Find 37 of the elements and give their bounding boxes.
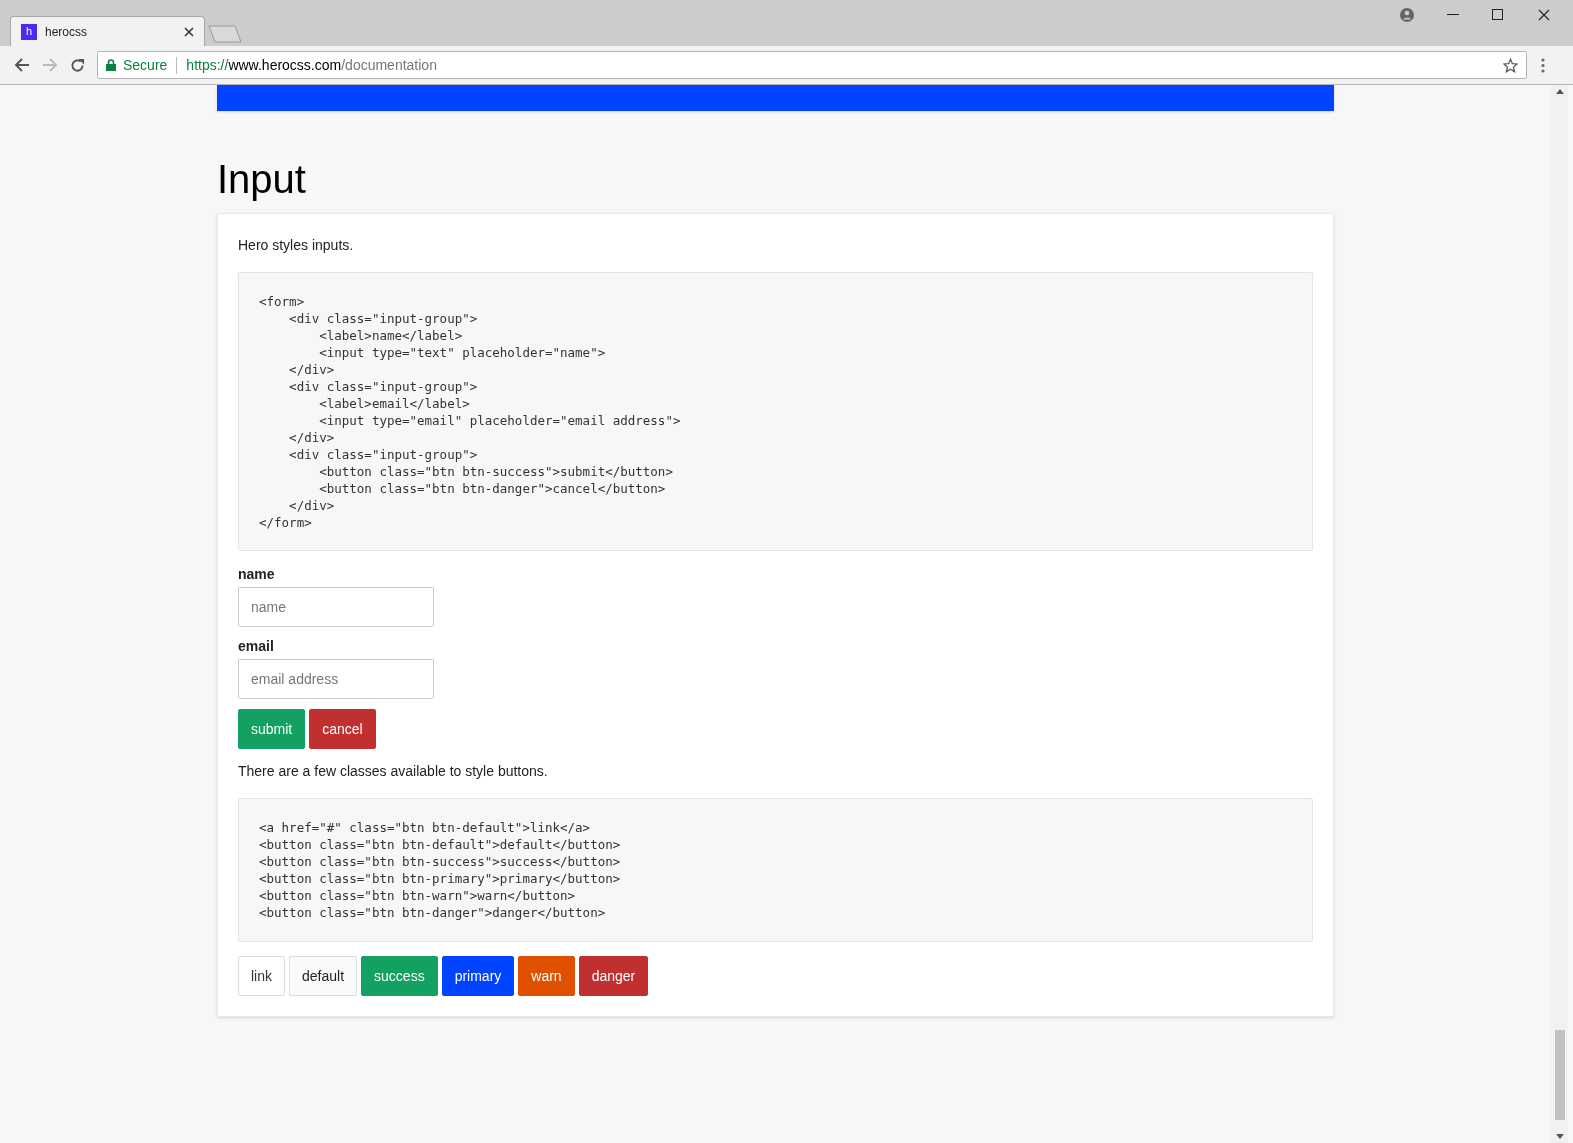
- bookmark-star-icon[interactable]: [1503, 57, 1518, 73]
- reload-icon[interactable]: [70, 57, 85, 73]
- body-text: There are a few classes available to style buttons.: [238, 762, 549, 780]
- field-label: email: [238, 637, 275, 655]
- button[interactable]: success: [361, 956, 438, 996]
- section-heading: Input: [217, 156, 306, 203]
- scroll-up-icon[interactable]: [1555, 89, 1564, 94]
- url-text: https://www.herocss.com/documentation: [186, 55, 438, 75]
- scroll-down-icon[interactable]: [1555, 1134, 1564, 1139]
- button[interactable]: submit: [238, 709, 306, 749]
- button[interactable]: warn: [518, 956, 575, 996]
- tab-title: herocss: [45, 23, 89, 41]
- lock-icon: [106, 59, 116, 71]
- code-block: <a href="#" class="btn btn-default">link</a> <button class="btn btn-default">default</button> <button class="btn btn-success">success</button> <button class="btn btn-primary">primary</button> <button class="btn btn-warn">warn</button> <button class="btn btn-danger">danger</button>: [238, 798, 1313, 942]
- secure-label: Secure: [123, 55, 168, 75]
- menu-icon[interactable]: [1541, 57, 1545, 73]
- close-icon[interactable]: [184, 26, 194, 37]
- input-field[interactable]: email address: [238, 659, 434, 699]
- code-block: <form> <div class="input-group"> <label>name</label> <input type="text" placeholder="name"> </div> <div class="input-group"> <label>email</label> <input type="email" placeholder="email address"> </div> <div class="input-group"> <button class="btn btn-success">submit</button> <button class="btn btn-danger">cancel</button> </div> </form>: [238, 272, 1313, 551]
- button[interactable]: cancel: [309, 709, 376, 749]
- browser-tab[interactable]: h herocss: [10, 16, 205, 46]
- back-icon[interactable]: [14, 58, 30, 72]
- button[interactable]: primary: [441, 956, 515, 996]
- input-field[interactable]: name: [238, 587, 434, 627]
- scrollbar[interactable]: [1551, 85, 1568, 1143]
- link-button[interactable]: link: [238, 956, 285, 996]
- address-bar[interactable]: Secure https://www.herocss.com/documentation: [97, 51, 1527, 79]
- button[interactable]: default: [289, 956, 358, 996]
- scrollbar-thumb[interactable]: [1554, 1030, 1565, 1120]
- maximize-icon[interactable]: [1492, 9, 1503, 20]
- favicon: h: [21, 23, 37, 40]
- button[interactable]: danger: [578, 956, 649, 996]
- field-label: name: [238, 565, 276, 583]
- close-icon[interactable]: [1538, 9, 1550, 21]
- profile-icon[interactable]: [1400, 8, 1414, 22]
- intro-text: Hero styles inputs.: [238, 236, 355, 254]
- minimize-icon[interactable]: [1447, 14, 1459, 16]
